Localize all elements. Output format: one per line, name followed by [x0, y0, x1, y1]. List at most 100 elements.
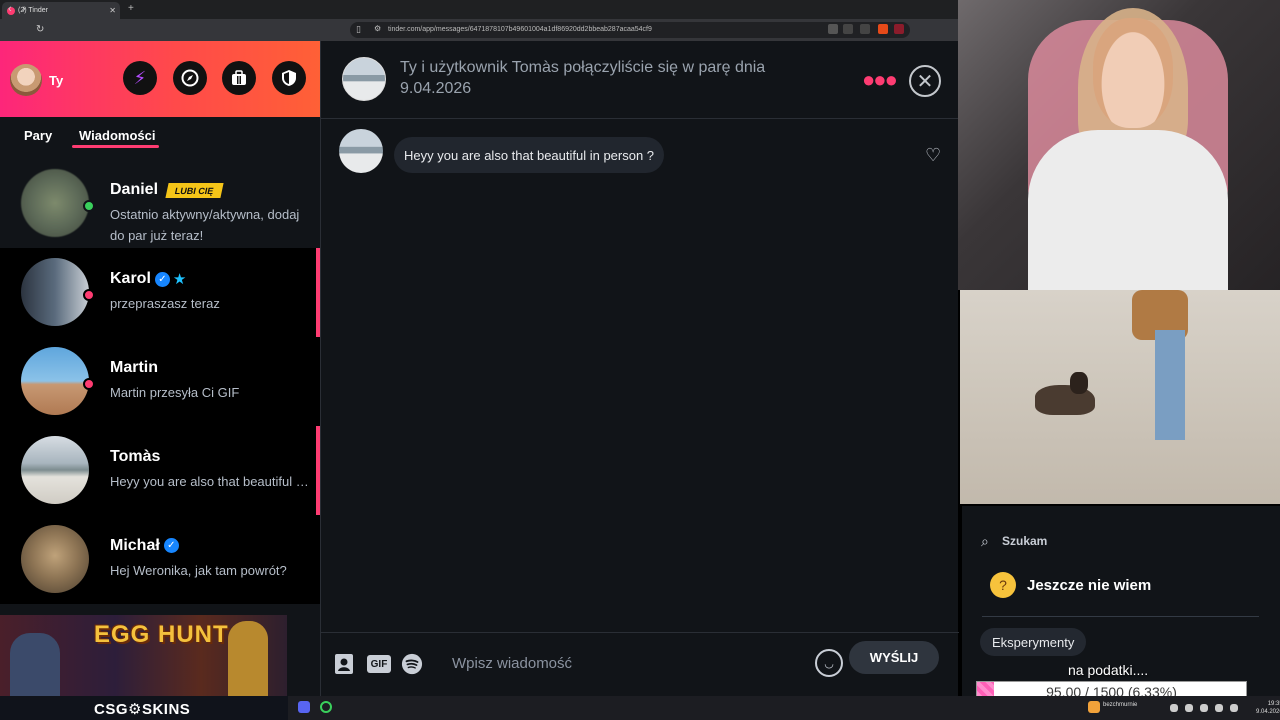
chat-header: Ty i użytkownik Tomàs połączyliście się … [321, 41, 959, 119]
conversation-name: Michał ✓ [110, 537, 179, 555]
spotify-icon [401, 653, 423, 675]
interest-chip: Eksperymenty [980, 628, 1087, 656]
brave-shield-icon[interactable] [878, 24, 888, 34]
conversation-preview: Ostatnio aktywny/aktywna, dodaj do par j… [110, 207, 300, 243]
promo-title: EGG HUNT [94, 621, 229, 648]
url-text: tinder.com/app/messages/6471878107b49601… [388, 26, 652, 33]
promo-character-mask [228, 621, 268, 697]
chat-panel: Ty i użytkownik Tomàs połączyliście się … [320, 41, 959, 696]
spotify-button[interactable] [401, 653, 423, 675]
close-icon: ✕ [916, 70, 934, 93]
my-name[interactable]: Ty [49, 73, 63, 88]
avatar [21, 525, 89, 593]
more-options-icon[interactable]: ●●● [862, 67, 898, 93]
conversation-preview: przepraszasz teraz [110, 296, 220, 311]
boost-button[interactable]: ⚡ [123, 61, 157, 95]
lightning-icon: ⚡ [133, 67, 147, 88]
conversation-preview: Martin przesyła Ci GIF [110, 385, 240, 400]
browser-tab[interactable]: (2) Tinder ✕ [2, 2, 120, 19]
conversation-name: Tomàs [110, 448, 161, 465]
explore-button[interactable] [173, 61, 207, 95]
match-info-text: Ty i użytkownik Tomàs połączyliście się … [400, 59, 766, 97]
send-button[interactable]: WYŚLIJ [849, 641, 939, 674]
weather-icon[interactable] [1088, 701, 1100, 713]
clock-date: 9.04.2026 [1256, 709, 1280, 715]
verified-badge-icon: ✓ [163, 538, 179, 554]
address-bar[interactable]: ▯ ⚙ tinder.com/app/messages/6471878107b4… [350, 22, 910, 38]
forward-button[interactable]: › [22, 3, 26, 15]
extension-icon[interactable] [828, 24, 838, 34]
tray-app-icon[interactable] [1185, 704, 1193, 712]
briefcase-icon [232, 70, 246, 85]
gif-button[interactable]: GIF [367, 655, 391, 673]
battery-icon[interactable] [1230, 704, 1238, 712]
conversation-item-karol[interactable]: Karol ✓ ★ przepraszasz teraz [0, 248, 320, 337]
zoom-icon[interactable] [843, 24, 853, 34]
discord-icon[interactable] [298, 701, 310, 713]
looking-for-value: Jeszcze nie wiem [1027, 577, 1152, 594]
conversation-name: Martin [110, 359, 158, 376]
share-icon[interactable] [860, 24, 870, 34]
online-status-dot [83, 200, 95, 212]
active-tab-indicator [72, 145, 159, 148]
site-settings-icon[interactable]: ⚙ [374, 24, 381, 33]
my-avatar[interactable] [10, 64, 42, 96]
likes-you-badge: LUBI CIĘ [165, 183, 224, 198]
contact-card-button[interactable] [333, 653, 355, 675]
avatar [21, 347, 89, 415]
star-icon: ★ [172, 271, 187, 288]
tab-matches[interactable]: Pary [24, 128, 52, 143]
sidebar: Ty ⚡ Pary Wiadomości Daniel LUBI CIĘ Ost… [0, 41, 320, 697]
promo-character [10, 633, 60, 697]
bookmark-icon[interactable]: ▯ [356, 24, 361, 35]
avatar [21, 258, 89, 326]
conversation-item-martin[interactable]: Martin Martin przesyła Ci GIF [0, 337, 320, 426]
rewards-icon[interactable] [894, 24, 904, 34]
streamer-face [1093, 18, 1173, 128]
message-input[interactable] [452, 655, 792, 672]
reload-button[interactable]: ↻ [36, 24, 44, 35]
close-chat-button[interactable]: ✕ [909, 65, 941, 97]
avatar [21, 436, 89, 504]
webcam-feed [958, 0, 1280, 290]
shield-icon [282, 70, 296, 86]
tab-messages[interactable]: Wiadomości [79, 128, 155, 143]
conversation-item-daniel[interactable]: Daniel LUBI CIĘ Ostatnio aktywny/aktywna… [0, 159, 320, 248]
compass-icon [181, 69, 199, 87]
looking-for-label: Szukam [1002, 534, 1048, 548]
network-icon[interactable] [1200, 704, 1208, 712]
like-message-heart-icon[interactable]: ♡ [925, 145, 941, 166]
streamer-body [1028, 130, 1228, 290]
conversation-item-michal[interactable]: Michał ✓ Hej Weronika, jak tam powrót? [0, 515, 320, 604]
conversation-preview: Hej Weronika, jak tam powrót? [110, 563, 287, 578]
stream-overlay-text: na podatki.... [1068, 662, 1149, 678]
back-button[interactable]: ‹ [8, 3, 12, 15]
tray-chevron-icon[interactable] [1170, 704, 1178, 712]
sender-avatar[interactable] [339, 129, 383, 173]
profile-photo [960, 290, 1280, 504]
tab-close-icon[interactable]: ✕ [109, 6, 116, 15]
clock-time: 19:35 [1267, 701, 1280, 707]
conversation-item-tomas[interactable]: Tomàs Heyy you are also that beautiful i… [0, 426, 320, 515]
conversation-name: Daniel [110, 181, 159, 198]
conversation-name-text: Michał [110, 537, 160, 554]
portfolio-button[interactable] [222, 61, 256, 95]
conversation-name: Karol ✓ ★ [110, 270, 186, 288]
browser-tabbar [0, 0, 958, 19]
message-bubble: Heyy you are also that beautiful in pers… [394, 137, 665, 173]
smiley-icon: ◡ [824, 657, 834, 670]
conversation-preview: Heyy you are also that beautiful in pers… [110, 474, 310, 489]
match-avatar[interactable] [342, 57, 386, 101]
new-tab-button[interactable]: + [128, 3, 134, 14]
promo-brand-logo: CSG⚙SKINS [94, 701, 191, 718]
obs-icon[interactable] [320, 701, 332, 713]
emoji-button[interactable]: ◡ [815, 649, 843, 677]
clock[interactable]: 19:35 9.04.2026 [1256, 700, 1280, 716]
status-dot [83, 289, 95, 301]
avatar [21, 169, 89, 237]
safety-button[interactable] [272, 61, 306, 95]
contact-card-icon [335, 654, 353, 674]
photo-dog-head [1070, 372, 1088, 394]
volume-icon[interactable] [1215, 704, 1223, 712]
promo-banner[interactable]: EGG HUNT [0, 615, 287, 697]
